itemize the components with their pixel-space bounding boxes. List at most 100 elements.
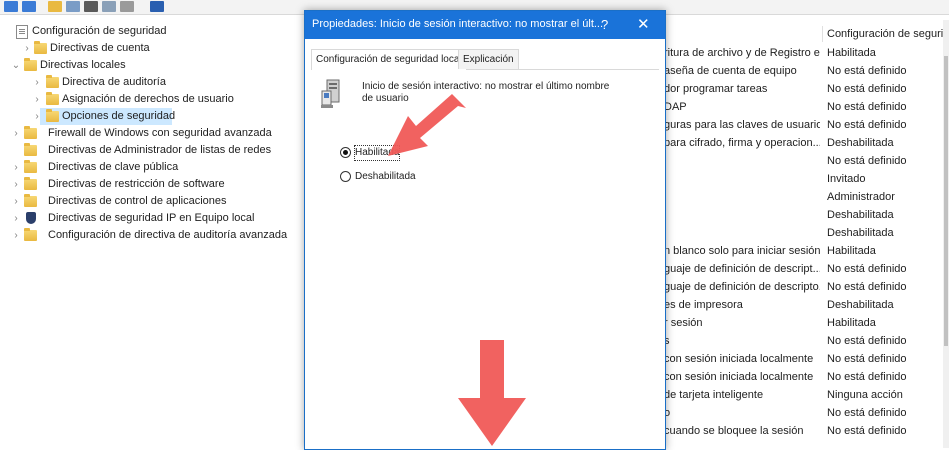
setting-cell: No está definido: [827, 353, 907, 365]
export-icon[interactable]: [102, 1, 116, 12]
chevron-down-icon[interactable]: ⌄: [11, 57, 21, 74]
policy-list: Configuración de seguri... ritura de arc…: [636, 20, 949, 448]
policy-cell: con sesión iniciada localmente: [664, 353, 814, 365]
list-row[interactable]: para cifrado, firma y operacion... Deshab…: [636, 134, 949, 152]
dialog-titlebar[interactable]: Propiedades: Inicio de sesión interactiv…: [305, 11, 665, 39]
tree-item-label: Opciones de seguridad: [62, 110, 176, 122]
chevron-right-icon[interactable]: ›: [11, 227, 21, 244]
dialog-title: Propiedades: Inicio de sesión interactiv…: [312, 18, 604, 30]
setting-cell: No está definido: [827, 335, 907, 347]
list-row[interactable]: n blanco solo para iniciar sesión... Habi…: [636, 242, 949, 260]
setting-cell: No está definido: [827, 263, 907, 275]
tree-item-security-options[interactable]: › Opciones de seguridad: [35, 108, 176, 125]
radio-enabled-indicator[interactable]: [340, 147, 351, 158]
list-scrollbar[interactable]: [943, 20, 949, 448]
list-row[interactable]: Invitado: [636, 170, 949, 188]
setting-cell: Deshabilitada: [827, 227, 894, 239]
chevron-right-icon[interactable]: ›: [32, 74, 42, 91]
list-row[interactable]: guaje de definición de descripto... No es…: [636, 278, 949, 296]
policy-cell: de tarjeta inteligente: [664, 389, 764, 401]
chevron-right-icon[interactable]: ›: [32, 91, 42, 108]
up-folder-icon[interactable]: [48, 1, 62, 12]
policy-cell: guaje de definición de descripto...: [664, 281, 820, 293]
setting-cell: No está definido: [827, 371, 907, 383]
tree-item-label: Directivas de control de aplicaciones: [48, 195, 227, 207]
security-settings-icon: [16, 25, 28, 39]
policy-cell: con sesión iniciada localmente: [664, 371, 814, 383]
tree-item-label: Configuración de directiva de auditoría …: [48, 229, 288, 241]
list-row[interactable]: cuando se bloquee la sesión No está defin…: [636, 422, 949, 440]
policy-cell: para cifrado, firma y operacion...: [664, 137, 820, 149]
setting-cell: No está definido: [827, 65, 907, 77]
policy-cell: cuando se bloquee la sesión: [664, 425, 804, 437]
setting-cell: Invitado: [827, 173, 866, 185]
chevron-right-icon[interactable]: ›: [11, 193, 21, 210]
policy-cell: s: [664, 335, 670, 347]
chevron-right-icon[interactable]: ›: [11, 125, 21, 142]
setting-cell: Ninguna acción: [827, 389, 903, 401]
back-icon[interactable]: [4, 1, 18, 12]
list-row[interactable]: r sesión Habilitada: [636, 314, 949, 332]
policy-cell: dor programar tareas: [664, 83, 768, 95]
setting-cell: Habilitada: [827, 317, 876, 329]
tree-item-label: Asignación de derechos de usuario: [62, 93, 234, 105]
list-row[interactable]: es de impresora Deshabilitada: [636, 296, 949, 314]
folder-icon: [24, 228, 37, 241]
list-row[interactable]: dor programar tareas No está definido: [636, 80, 949, 98]
tree-item-label: Directivas de Administrador de listas de…: [48, 144, 272, 156]
policy-cell: n blanco solo para iniciar sesión...: [664, 245, 820, 257]
policy-computer-icon: [321, 79, 340, 108]
list-row[interactable]: con sesión iniciada localmente No está de…: [636, 350, 949, 368]
policy-cell: es de impresora: [664, 299, 743, 311]
chevron-right-icon[interactable]: ›: [11, 210, 21, 227]
setting-cell: Deshabilitada: [827, 299, 894, 311]
close-icon[interactable]: ✕: [637, 15, 650, 33]
setting-cell: Administrador: [827, 191, 895, 203]
setting-cell: No está definido: [827, 281, 907, 293]
setting-cell: No está definido: [827, 101, 907, 113]
help-icon[interactable]: [150, 1, 164, 12]
list-row[interactable]: s No está definido: [636, 332, 949, 350]
folder-icon: [24, 126, 37, 139]
dialog-tabs: Configuración de seguridad local Explica…: [311, 49, 659, 70]
policy-cell: o: [664, 407, 671, 419]
list-row[interactable]: ritura de archivo y de Registro e... Habi…: [636, 44, 949, 62]
list-row[interactable]: Deshabilitada: [636, 224, 949, 242]
radio-disabled-indicator[interactable]: [340, 171, 351, 182]
setting-cell: No está definido: [827, 119, 907, 131]
policy-cell: r sesión: [664, 317, 703, 329]
list-row[interactable]: guras para las claves de usuario a... No …: [636, 116, 949, 134]
list-row[interactable]: No está definido: [636, 152, 949, 170]
list-row[interactable]: DAP No está definido: [636, 98, 949, 116]
scrollbar-thumb[interactable]: [944, 56, 948, 346]
properties-icon[interactable]: [120, 1, 134, 12]
chevron-right-icon[interactable]: ›: [11, 159, 21, 176]
tab-local-security-setting[interactable]: Configuración de seguridad local: [311, 49, 467, 70]
list-row[interactable]: de tarjeta inteligente Ninguna acción: [636, 386, 949, 404]
folder-icon: [34, 41, 47, 54]
list-row[interactable]: Deshabilitada: [636, 206, 949, 224]
setting-cell: No está definido: [827, 407, 907, 419]
folder-icon: [24, 160, 37, 173]
setting-cell: Deshabilitada: [827, 137, 894, 149]
column-header-security-setting[interactable]: Configuración de seguri...: [822, 26, 949, 42]
refresh-icon[interactable]: [84, 1, 98, 12]
list-row[interactable]: o No está definido: [636, 404, 949, 422]
setting-cell: No está definido: [827, 155, 907, 167]
list-row[interactable]: guaje de definición de descript... No est…: [636, 260, 949, 278]
chevron-right-icon[interactable]: ›: [22, 40, 32, 57]
show-tree-icon[interactable]: [66, 1, 80, 12]
radio-disabled-label[interactable]: Deshabilitada: [355, 170, 416, 184]
setting-cell: Habilitada: [827, 47, 876, 59]
list-row[interactable]: con sesión iniciada localmente No está de…: [636, 368, 949, 386]
tab-explain[interactable]: Explicación: [458, 49, 519, 69]
list-row[interactable]: aseña de cuenta de equipo No está definid…: [636, 62, 949, 80]
forward-icon[interactable]: [22, 1, 36, 12]
help-icon[interactable]: ?: [601, 17, 608, 32]
policy-cell: ritura de archivo y de Registro e...: [664, 47, 820, 59]
chevron-right-icon[interactable]: ›: [11, 176, 21, 193]
chevron-right-icon[interactable]: ›: [32, 108, 42, 125]
setting-cell: Deshabilitada: [827, 209, 894, 221]
folder-open-icon: [24, 58, 37, 71]
list-row[interactable]: Administrador: [636, 188, 949, 206]
